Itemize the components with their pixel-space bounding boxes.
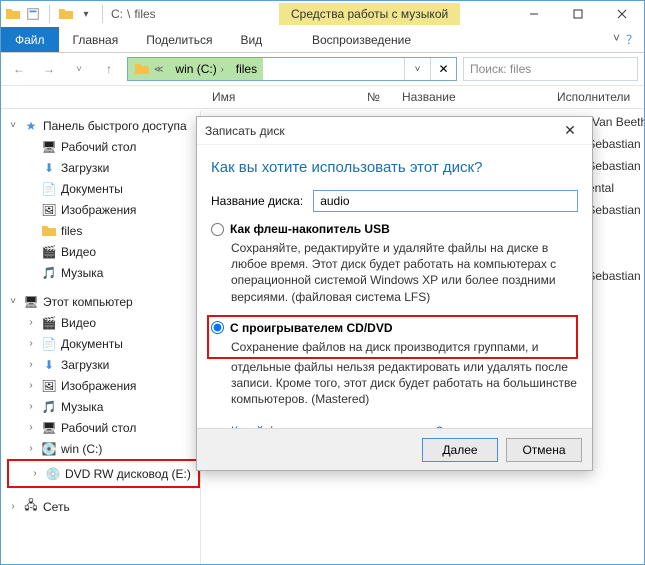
- addr-dropdown-icon[interactable]: ˅: [404, 58, 430, 80]
- picture-icon: 🖼: [41, 202, 57, 218]
- burn-disc-dialog: Записать диск ✕ Как вы хотите использова…: [196, 116, 593, 471]
- tree-pictures[interactable]: Изображения: [61, 203, 136, 217]
- context-tab-music-tools[interactable]: Средства работы с музыкой: [279, 3, 460, 25]
- search-placeholder: Поиск: files: [470, 62, 531, 76]
- tree-music[interactable]: Музыка: [61, 266, 103, 280]
- tree-pc-desktop[interactable]: Рабочий стол: [61, 421, 136, 435]
- tree-quick-access[interactable]: Панель быстрого доступа: [43, 119, 187, 133]
- nav-tree: ˅★Панель быстрого доступа 🖥Рабочий стол …: [1, 111, 201, 564]
- option-cddvd[interactable]: С проигрывателем CD/DVD: [211, 321, 572, 335]
- option-usb-radio[interactable]: [211, 223, 224, 236]
- pc-icon: 🖥: [23, 294, 39, 310]
- ribbon: Файл Главная Поделиться Вид Воспроизведе…: [1, 27, 644, 53]
- document-icon: 📄: [41, 336, 57, 352]
- col-artist[interactable]: Исполнители: [549, 90, 629, 104]
- titlebar: ▾ C: \ files Средства работы с музыкой: [1, 1, 644, 27]
- search-input[interactable]: Поиск: files: [463, 57, 638, 81]
- properties-icon[interactable]: [25, 6, 41, 22]
- addr-seg-drive[interactable]: win (C:): [175, 62, 216, 76]
- tree-documents[interactable]: Документы: [61, 182, 123, 196]
- address-bar[interactable]: ≪ win (C:) › files ˅ ✕: [127, 57, 457, 81]
- download-icon: ⬇: [41, 357, 57, 373]
- nav-history-button[interactable]: ˅: [67, 57, 91, 81]
- column-headers: Имя № Название Исполнители: [1, 85, 644, 109]
- tree-desktop[interactable]: Рабочий стол: [61, 140, 136, 154]
- titlebar-path: C: \ files: [111, 7, 156, 21]
- music-icon: 🎵: [41, 399, 57, 415]
- tree-pc-win[interactable]: win (C:): [61, 442, 102, 456]
- tree-pc-dvd[interactable]: DVD RW дисковод (E:): [65, 467, 191, 481]
- col-name[interactable]: Имя: [204, 90, 359, 104]
- drive-label: C:: [111, 7, 123, 21]
- ribbon-expand-icon[interactable]: ˅: [613, 31, 620, 48]
- network-icon: 🖧: [23, 499, 39, 515]
- video-icon: 🎬: [41, 244, 57, 260]
- close-button[interactable]: [600, 1, 644, 27]
- tree-pc-pictures[interactable]: Изображения: [61, 379, 136, 393]
- dialog-close-button[interactable]: ✕: [556, 122, 584, 139]
- desktop-icon: 🖥: [41, 139, 57, 155]
- video-icon: 🎬: [41, 315, 57, 331]
- option-usb[interactable]: Как флеш-накопитель USB: [211, 222, 578, 236]
- disc-name-label: Название диска:: [211, 194, 303, 208]
- address-row: ← → ˅ ↑ ≪ win (C:) › files ˅ ✕ Поиск: fi…: [1, 53, 644, 85]
- tree-pc-documents[interactable]: Документы: [61, 337, 123, 351]
- nav-up-button[interactable]: ↑: [97, 57, 121, 81]
- option-cddvd-desc-top: Сохранение файлов на диск производится г…: [231, 339, 572, 355]
- help-icon[interactable]: ？: [626, 31, 638, 48]
- tab-playback[interactable]: Воспроизведение: [298, 27, 425, 53]
- tree-pc-videos[interactable]: Видео: [61, 316, 96, 330]
- tree-downloads[interactable]: Загрузки: [61, 161, 109, 175]
- col-title[interactable]: Название: [394, 90, 549, 104]
- star-icon: ★: [23, 118, 39, 134]
- option-usb-desc: Сохраняйте, редактируйте и удаляйте файл…: [231, 240, 578, 305]
- col-number[interactable]: №: [359, 90, 394, 104]
- tree-network[interactable]: Сеть: [43, 500, 70, 514]
- tree-pc-music[interactable]: Музыка: [61, 400, 103, 414]
- cancel-button[interactable]: Отмена: [506, 438, 582, 462]
- explorer-window: ▾ C: \ files Средства работы с музыкой Ф…: [0, 0, 645, 565]
- tree-files[interactable]: files: [61, 224, 82, 238]
- tree-pc-downloads[interactable]: Загрузки: [61, 358, 109, 372]
- picture-icon: 🖼: [41, 378, 57, 394]
- tab-share[interactable]: Поделиться: [132, 27, 226, 53]
- document-icon: 📄: [41, 181, 57, 197]
- tree-this-pc[interactable]: Этот компьютер: [43, 295, 133, 309]
- tab-view[interactable]: Вид: [226, 27, 276, 53]
- tab-file[interactable]: Файл: [1, 27, 59, 52]
- qat-dropdown-icon[interactable]: ▾: [78, 6, 94, 22]
- folder-label: files: [134, 7, 155, 21]
- desktop-icon: 🖥: [41, 420, 57, 436]
- folder-icon: [41, 223, 57, 239]
- dialog-question: Как вы хотите использовать этот диск?: [211, 159, 578, 176]
- addr-clear-icon[interactable]: ✕: [430, 58, 456, 80]
- option-cddvd-radio[interactable]: [211, 321, 224, 334]
- drive-icon: 💽: [41, 441, 57, 457]
- option-cddvd-desc: отдельные файлы нельзя редактировать или…: [231, 359, 578, 408]
- next-button[interactable]: Далее: [422, 438, 498, 462]
- disc-icon: 💿: [45, 466, 61, 482]
- disc-name-input[interactable]: [313, 190, 578, 212]
- maximize-button[interactable]: [556, 1, 600, 27]
- music-icon: 🎵: [41, 265, 57, 281]
- addr-seg-folder[interactable]: files: [236, 62, 257, 76]
- folder-small-icon: [5, 6, 21, 22]
- tab-home[interactable]: Главная: [59, 27, 133, 53]
- tree-videos[interactable]: Видео: [61, 245, 96, 259]
- dialog-title: Записать диск: [205, 124, 285, 138]
- new-folder-icon[interactable]: [58, 6, 74, 22]
- download-icon: ⬇: [41, 160, 57, 176]
- nav-forward-button[interactable]: →: [37, 57, 61, 81]
- minimize-button[interactable]: [512, 1, 556, 27]
- nav-back-button[interactable]: ←: [7, 57, 31, 81]
